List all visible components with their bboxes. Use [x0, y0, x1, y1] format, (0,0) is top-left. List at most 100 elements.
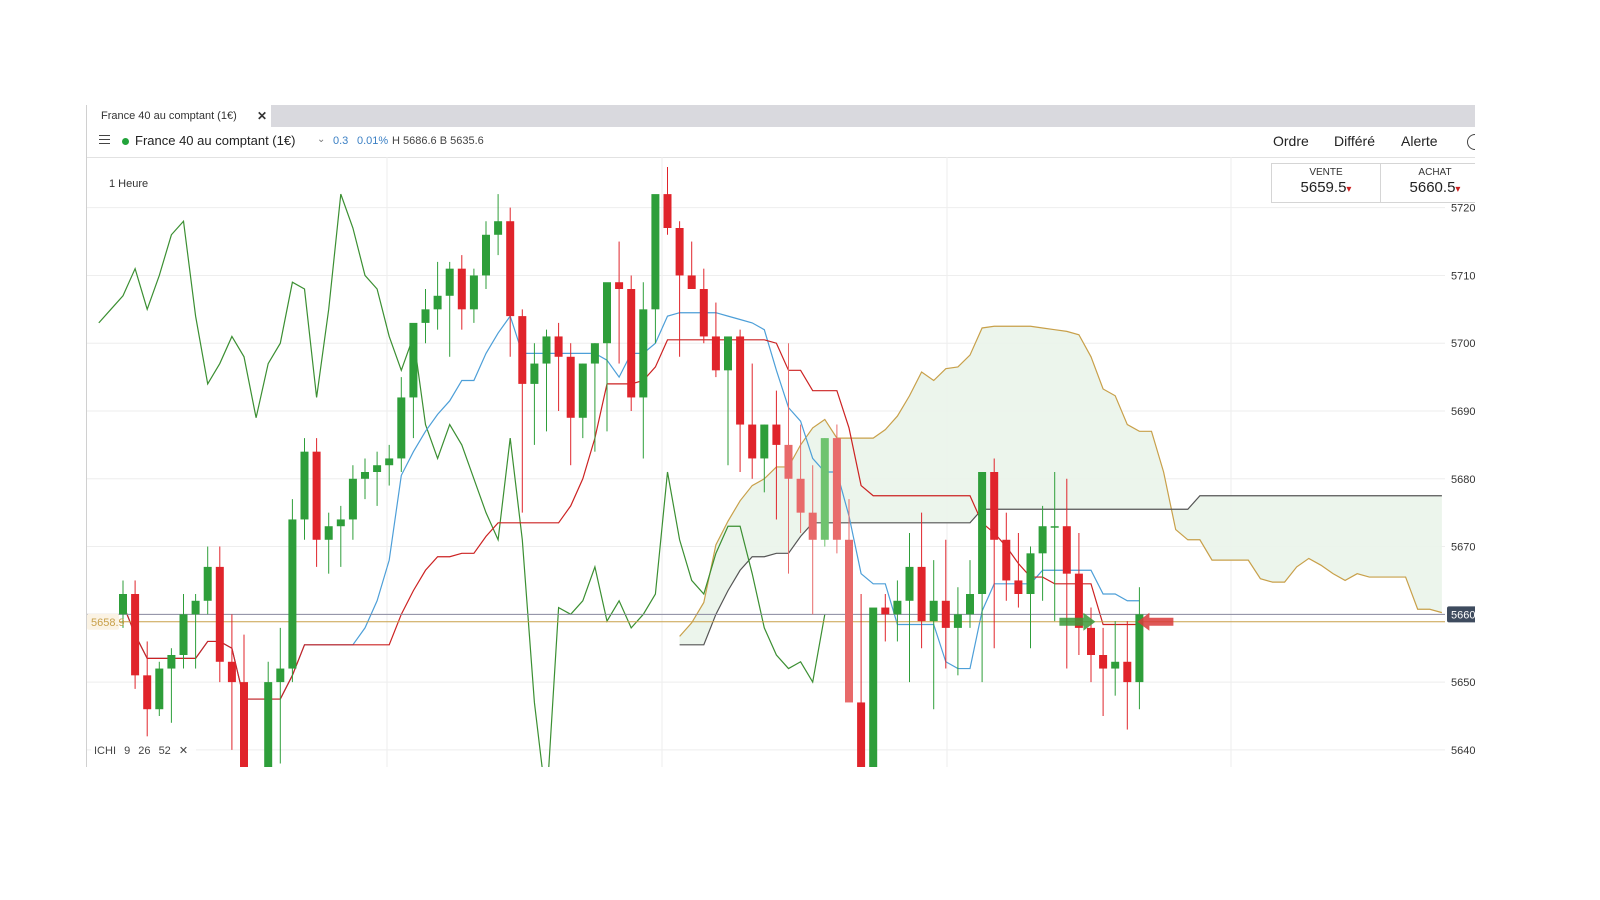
candle: [469, 275, 478, 310]
y-tick-label: 5670: [1451, 542, 1475, 554]
candle: [494, 221, 503, 235]
sell-label: VENTE: [1309, 167, 1343, 178]
candle: [276, 668, 285, 683]
price-change-percent: 0.01%: [357, 135, 389, 147]
chart-interval[interactable]: 1 Heure: [109, 178, 148, 190]
sell-price-button[interactable]: VENTE 5659.5▾: [1271, 163, 1381, 203]
candle: [288, 519, 297, 669]
down-arrow-icon: ▾: [1346, 184, 1352, 195]
tab-label: France 40 au comptant (1€): [101, 110, 237, 122]
candle: [905, 566, 914, 601]
price-chart[interactable]: 5720 5710 5700 5690 5680 5670 5660 5650 5640 5660…: [87, 157, 1475, 767]
ichimoku-cloud: [679, 326, 1442, 645]
candle: [603, 282, 611, 344]
candle: [143, 675, 152, 710]
candle: [554, 336, 563, 357]
marker-price-tag: 5658.9: [91, 617, 125, 629]
candle: [663, 194, 672, 228]
candle: [639, 309, 648, 398]
candle: [832, 438, 841, 540]
candle: [433, 295, 442, 310]
alert-button[interactable]: Alerte: [1401, 133, 1438, 149]
sell-price: 5659.5: [1300, 179, 1347, 196]
candle: [578, 363, 587, 418]
candle: [361, 472, 369, 479]
candle: [627, 289, 636, 398]
candle: [772, 424, 781, 445]
tab-france-40[interactable]: France 40 au comptant (1€) ✕: [87, 105, 271, 127]
candle: [409, 322, 418, 398]
candle: [336, 519, 345, 527]
candle: [1038, 526, 1047, 554]
candle: [155, 668, 164, 710]
tab-bar: France 40 au comptant (1€) ✕: [87, 105, 1475, 127]
candle: [131, 594, 140, 676]
candle: [699, 289, 708, 337]
candle: [748, 424, 757, 459]
candle: [264, 682, 273, 767]
candle: [869, 607, 878, 767]
candle: [808, 512, 817, 540]
buy-label: ACHAT: [1418, 167, 1452, 178]
candle: [820, 438, 829, 540]
candle: [724, 336, 732, 371]
candle: [929, 600, 938, 622]
indicator-param: 9: [124, 745, 131, 757]
deferred-order-button[interactable]: Différé: [1334, 133, 1375, 149]
buy-price-button[interactable]: ACHAT 5660.5▾: [1380, 163, 1475, 203]
candle: [530, 363, 539, 384]
candle: [240, 682, 248, 767]
y-tick-label: 5680: [1451, 474, 1475, 486]
candle: [966, 594, 974, 615]
candle: [179, 614, 188, 655]
candle: [119, 594, 127, 615]
candle: [385, 458, 394, 466]
candle: [881, 607, 890, 615]
candle: [1123, 661, 1132, 683]
candle: [167, 655, 176, 669]
high-low-range: H 5686.6 B 5635.6: [392, 135, 484, 147]
candle: [373, 465, 382, 472]
candle: [518, 316, 527, 384]
candle: [796, 478, 805, 513]
candle: [711, 336, 720, 371]
candle: [457, 268, 466, 310]
close-icon[interactable]: ✕: [179, 745, 188, 757]
candle: [397, 397, 406, 459]
candle: [687, 275, 696, 289]
candle: [227, 661, 236, 683]
info-icon[interactable]: [1467, 134, 1475, 150]
close-icon[interactable]: ✕: [257, 105, 267, 127]
candle: [421, 309, 430, 323]
candle: [1002, 539, 1011, 581]
candle: [348, 478, 357, 520]
candle: [542, 336, 551, 364]
hamburger-menu-icon[interactable]: [99, 135, 110, 145]
indicator-param: 26: [138, 745, 151, 757]
candle: [324, 526, 333, 540]
candle: [990, 472, 999, 540]
market-status-dot: [122, 138, 129, 145]
instrument-name[interactable]: France 40 au comptant (1€): [135, 133, 295, 148]
y-tick-label: 5710: [1451, 270, 1475, 282]
candle: [651, 194, 660, 310]
candle: [953, 614, 962, 628]
candle: [566, 356, 575, 418]
indicator-name: ICHI: [94, 745, 116, 757]
candle: [917, 566, 926, 622]
y-tick-label: 5700: [1451, 338, 1475, 350]
current-price-tag: 5660: [1451, 609, 1475, 621]
y-tick-label: 5720: [1451, 203, 1475, 215]
candle: [215, 566, 224, 662]
candle: [445, 268, 454, 296]
price-change: 0.3: [333, 135, 349, 147]
candle: [978, 472, 987, 594]
y-tick-label: 5640: [1451, 745, 1475, 757]
candle: [203, 566, 212, 601]
chevron-down-icon[interactable]: ⌄: [317, 134, 325, 145]
indicator-legend[interactable]: ICHI 9 26 52 ✕: [91, 743, 197, 758]
candle: [615, 282, 624, 289]
order-button[interactable]: Ordre: [1273, 133, 1309, 149]
candle: [1014, 580, 1023, 594]
y-tick-label: 5650: [1451, 677, 1475, 689]
